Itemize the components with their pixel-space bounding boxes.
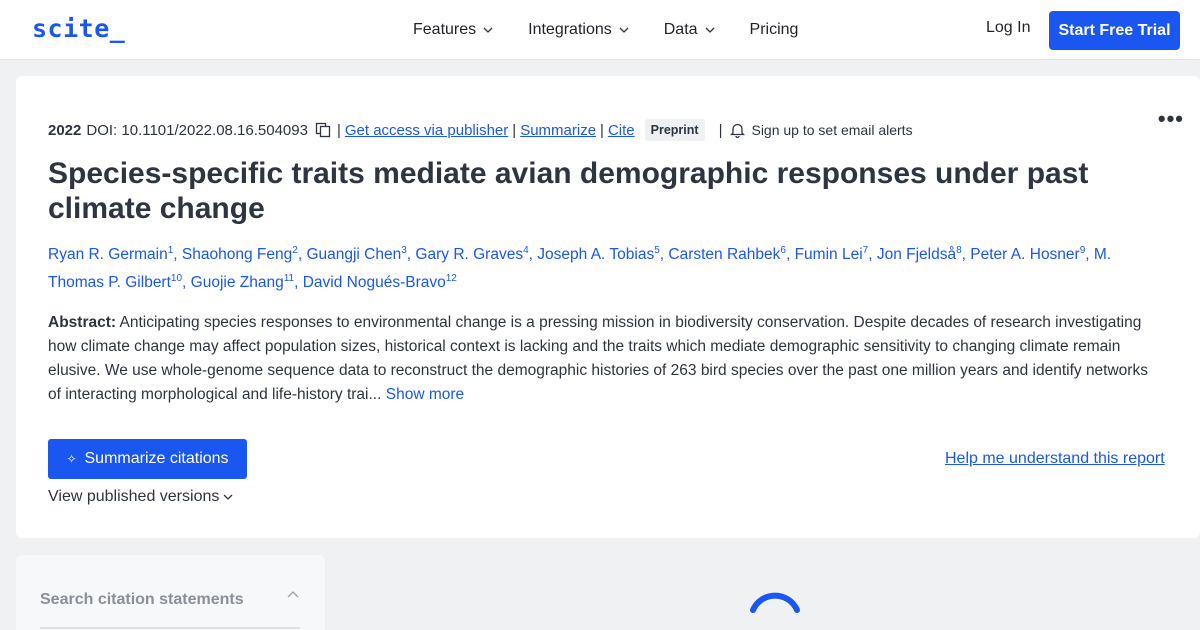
nav-item-label: Integrations xyxy=(528,21,612,38)
login-link[interactable]: Log In xyxy=(986,19,1030,37)
paper-title: Species-specific traits mediate avian de… xyxy=(48,157,1089,225)
author-separator: , xyxy=(182,274,191,292)
author-separator: , xyxy=(173,246,182,264)
author-link[interactable]: Jon Fjeldså8 xyxy=(877,245,962,263)
top-navigation: scite_ Features Integrations Data Pricin… xyxy=(0,0,1200,60)
author-link[interactable]: Ryan R. Germain1 xyxy=(48,245,173,263)
nav-item-data[interactable]: Data xyxy=(664,19,716,41)
author-separator: , xyxy=(961,246,971,264)
search-citation-label[interactable]: Search citation statements xyxy=(40,591,244,609)
nav-item-features[interactable]: Features xyxy=(413,19,494,41)
author-link[interactable]: Joseph A. Tobias5 xyxy=(537,245,659,263)
doi-text: DOI: 10.1101/2022.08.16.504093 xyxy=(86,121,308,139)
loading-spinner-icon xyxy=(750,592,800,613)
publication-year: 2022 xyxy=(48,121,82,139)
author-list: Ryan R. Germain1, Shaohong Feng2, Guangj… xyxy=(48,239,1158,295)
summarize-link[interactable]: Summarize xyxy=(520,122,596,139)
start-free-trial-button[interactable]: Start Free Trial xyxy=(1049,11,1180,50)
nav-item-integrations[interactable]: Integrations xyxy=(528,19,630,41)
chevron-down-icon xyxy=(705,27,715,33)
view-published-versions[interactable]: View published versions xyxy=(48,488,234,506)
author-link[interactable]: David Nogués-Bravo12 xyxy=(303,273,457,291)
abstract: Abstract: Anticipating species responses… xyxy=(48,311,1163,407)
author-separator: , xyxy=(785,246,795,264)
author-affiliation-number: 12 xyxy=(445,273,457,285)
chevron-down-icon xyxy=(619,27,629,33)
paper-card: 2022 DOI: 10.1101/2022.08.16.504093 | Ge… xyxy=(16,76,1200,538)
separator: | xyxy=(718,121,723,139)
nav-item-pricing[interactable]: Pricing xyxy=(750,19,799,41)
author-separator: , xyxy=(528,246,538,264)
nav-item-label: Pricing xyxy=(749,21,799,38)
scite-logo[interactable]: scite_ xyxy=(32,14,125,43)
author-separator: , xyxy=(1085,246,1094,264)
abstract-label: Abstract: xyxy=(48,314,117,331)
nav-item-label: Data xyxy=(663,21,698,38)
author-separator: , xyxy=(294,274,303,292)
abstract-text: Anticipating species responses to enviro… xyxy=(48,314,1148,403)
bell-icon[interactable] xyxy=(730,122,746,138)
author-separator: , xyxy=(868,246,877,264)
author-link[interactable]: Carsten Rahbek6 xyxy=(668,245,786,263)
wand-icon: ✧ xyxy=(66,452,77,466)
chevron-down-icon xyxy=(223,494,233,500)
separator: | xyxy=(336,121,341,139)
nav-item-label: Features xyxy=(413,21,477,38)
summarize-citations-label: Summarize citations xyxy=(84,450,229,467)
more-options-icon[interactable]: ••• xyxy=(1158,106,1184,132)
show-more-link[interactable]: Show more xyxy=(386,386,464,403)
nav-menu: Features Integrations Data Pricing xyxy=(413,19,832,41)
author-link[interactable]: Gary R. Graves4 xyxy=(415,245,528,263)
copy-icon[interactable] xyxy=(315,122,331,138)
author-link[interactable]: Fumin Lei7 xyxy=(795,245,869,263)
author-link[interactable]: Guangji Chen3 xyxy=(306,245,406,263)
author-affiliation-number: 10 xyxy=(170,273,183,285)
email-alerts-link[interactable]: Sign up to set email alerts xyxy=(751,122,912,138)
separator: | xyxy=(600,121,604,139)
paper-meta-row: 2022 DOI: 10.1101/2022.08.16.504093 | Ge… xyxy=(48,119,913,141)
citation-search-panel: Search citation statements xyxy=(16,555,325,630)
author-link[interactable]: Peter A. Hosner9 xyxy=(970,245,1085,263)
separator: | xyxy=(512,121,517,139)
cite-link[interactable]: Cite xyxy=(608,122,635,139)
preprint-badge: Preprint xyxy=(644,119,705,141)
help-understand-report-link[interactable]: Help me understand this report xyxy=(945,450,1165,468)
author-link[interactable]: Guojie Zhang11 xyxy=(191,273,295,291)
author-affiliation-number: 11 xyxy=(283,273,295,285)
chevron-up-icon[interactable] xyxy=(286,588,300,602)
author-link[interactable]: Shaohong Feng2 xyxy=(182,245,298,263)
search-input-underline xyxy=(40,627,300,629)
chevron-down-icon xyxy=(483,27,493,33)
get-access-link[interactable]: Get access via publisher xyxy=(345,122,508,139)
summarize-citations-button[interactable]: ✧ Summarize citations xyxy=(48,439,247,479)
versions-label: View published versions xyxy=(48,488,220,505)
